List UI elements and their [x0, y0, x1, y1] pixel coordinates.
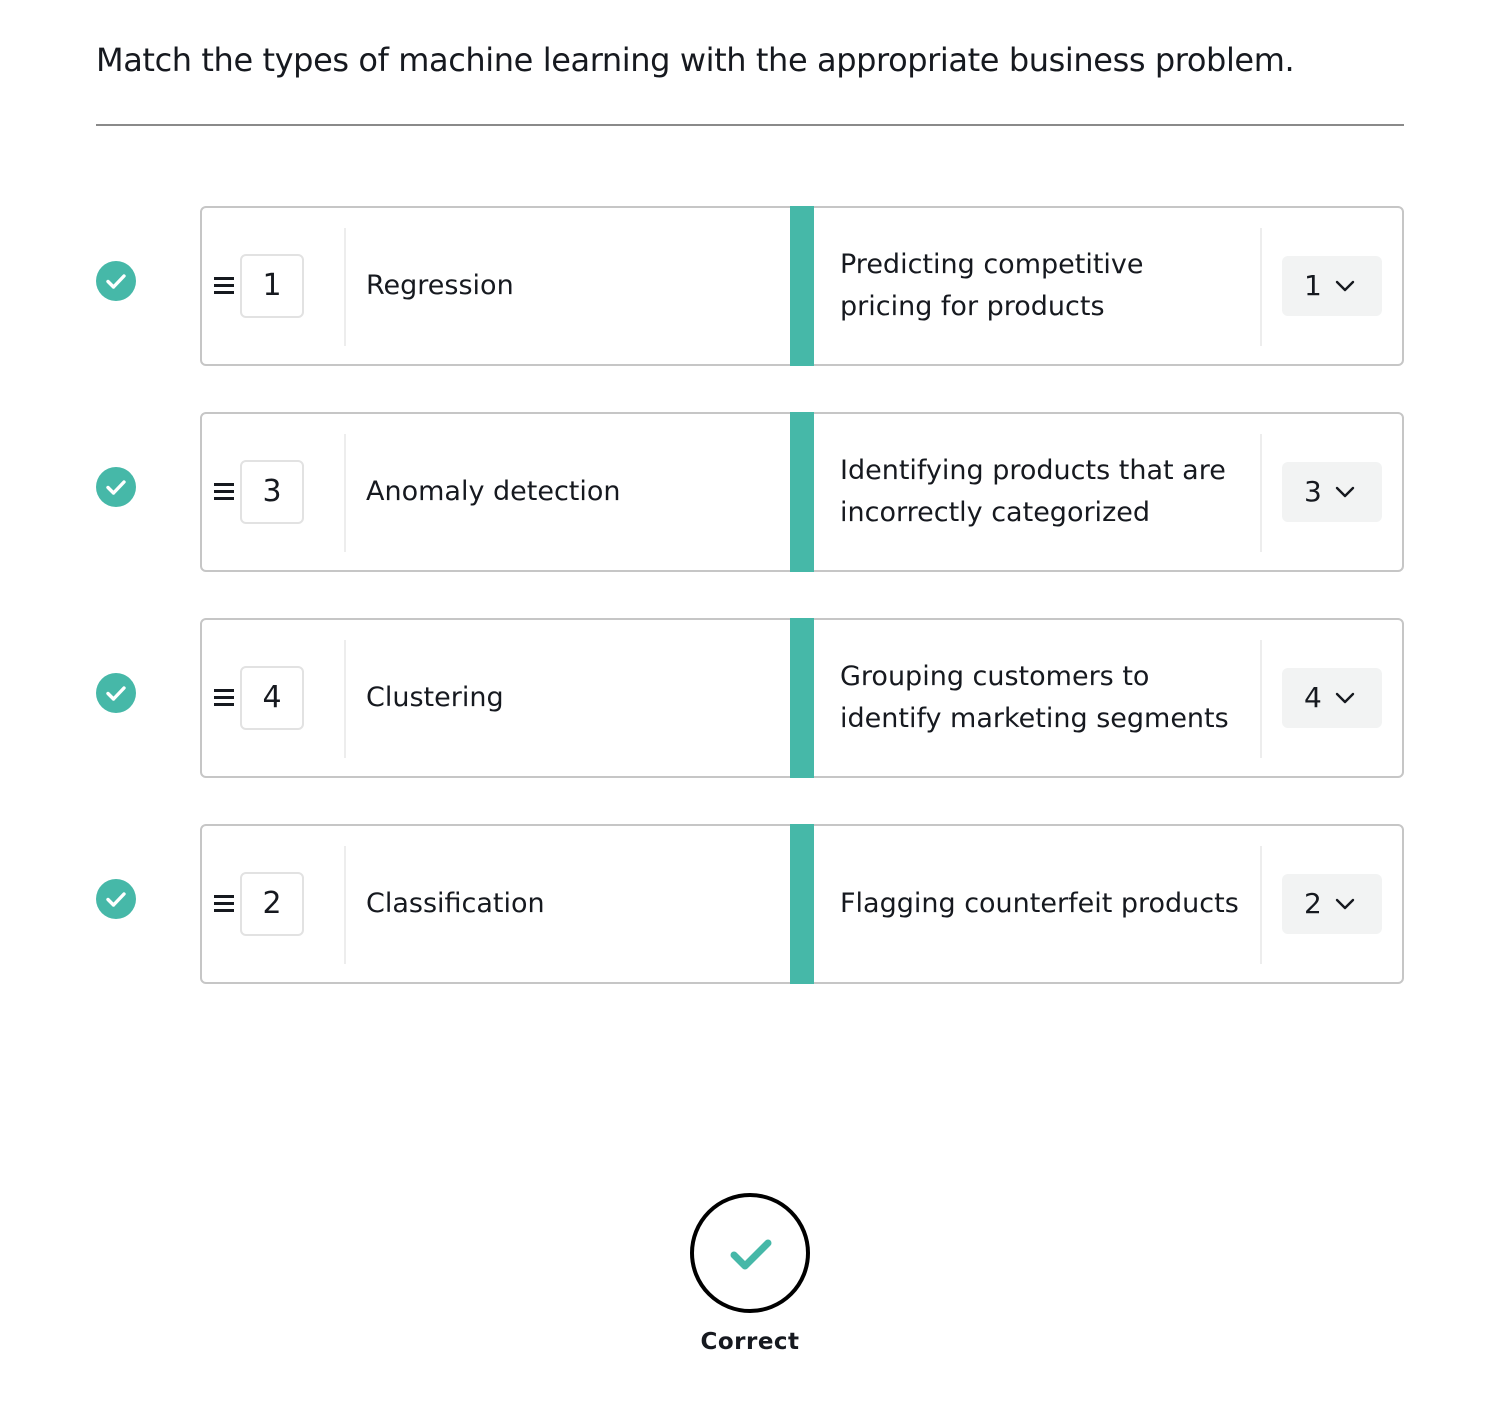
separator — [1260, 434, 1262, 552]
match-card: 2 Classification Flagging counterfeit pr… — [200, 824, 1404, 984]
business-problem-text: Flagging counterfeit products — [840, 888, 1239, 919]
order-number: 3 — [240, 460, 304, 524]
match-select[interactable]: 2 — [1282, 874, 1382, 934]
match-connector — [790, 412, 814, 572]
check-circle-icon — [96, 467, 136, 507]
match-row: 3 Anomaly detection Identifying products… — [96, 412, 1404, 572]
match-row: 4 Clustering Grouping customers to ident… — [96, 618, 1404, 778]
match-card: 3 Anomaly detection Identifying products… — [200, 412, 1404, 572]
drag-handle-icon[interactable] — [214, 277, 234, 295]
chevron-down-icon — [1335, 280, 1355, 292]
match-connector — [790, 618, 814, 778]
select-value: 1 — [1304, 269, 1322, 302]
select-value: 3 — [1304, 475, 1322, 508]
match-select[interactable]: 4 — [1282, 668, 1382, 728]
result-badge — [690, 1193, 810, 1313]
business-problem-text: Grouping customers to identify marketing… — [840, 661, 1229, 734]
order-number: 2 — [240, 872, 304, 936]
separator — [344, 846, 346, 964]
drag-handle-icon[interactable] — [214, 483, 234, 501]
ml-type-label: Clustering — [366, 682, 504, 713]
separator — [344, 434, 346, 552]
separator — [344, 228, 346, 346]
chevron-down-icon — [1335, 486, 1355, 498]
separator — [344, 640, 346, 758]
result-label: Correct — [700, 1329, 800, 1355]
drag-handle-icon[interactable] — [214, 689, 234, 707]
ml-type-label: Regression — [366, 270, 514, 301]
question-text: Match the types of machine learning with… — [96, 41, 1295, 79]
separator — [1260, 846, 1262, 964]
match-row: 2 Classification Flagging counterfeit pr… — [96, 824, 1404, 984]
chevron-down-icon — [1335, 692, 1355, 704]
business-problem-text: Predicting competitive pricing for produ… — [840, 249, 1144, 322]
order-number: 4 — [240, 666, 304, 730]
match-connector — [790, 824, 814, 984]
match-select[interactable]: 3 — [1282, 462, 1382, 522]
chevron-down-icon — [1335, 898, 1355, 910]
checkmark-icon — [730, 1239, 772, 1270]
match-connector — [790, 206, 814, 366]
business-problem-text: Identifying products that are incorrectl… — [840, 455, 1226, 528]
drag-handle-icon[interactable] — [214, 895, 234, 913]
divider — [96, 124, 1404, 126]
ml-type-label: Classification — [366, 888, 545, 919]
check-circle-icon — [96, 673, 136, 713]
select-value: 2 — [1304, 887, 1322, 920]
separator — [1260, 228, 1262, 346]
check-circle-icon — [96, 879, 136, 919]
match-row: 1 Regression Predicting competitive pric… — [96, 206, 1404, 366]
check-circle-icon — [96, 261, 136, 301]
match-card: 4 Clustering Grouping customers to ident… — [200, 618, 1404, 778]
separator — [1260, 640, 1262, 758]
ml-type-label: Anomaly detection — [366, 476, 621, 507]
match-card: 1 Regression Predicting competitive pric… — [200, 206, 1404, 366]
match-select[interactable]: 1 — [1282, 256, 1382, 316]
order-number: 1 — [240, 254, 304, 318]
select-value: 4 — [1304, 681, 1322, 714]
